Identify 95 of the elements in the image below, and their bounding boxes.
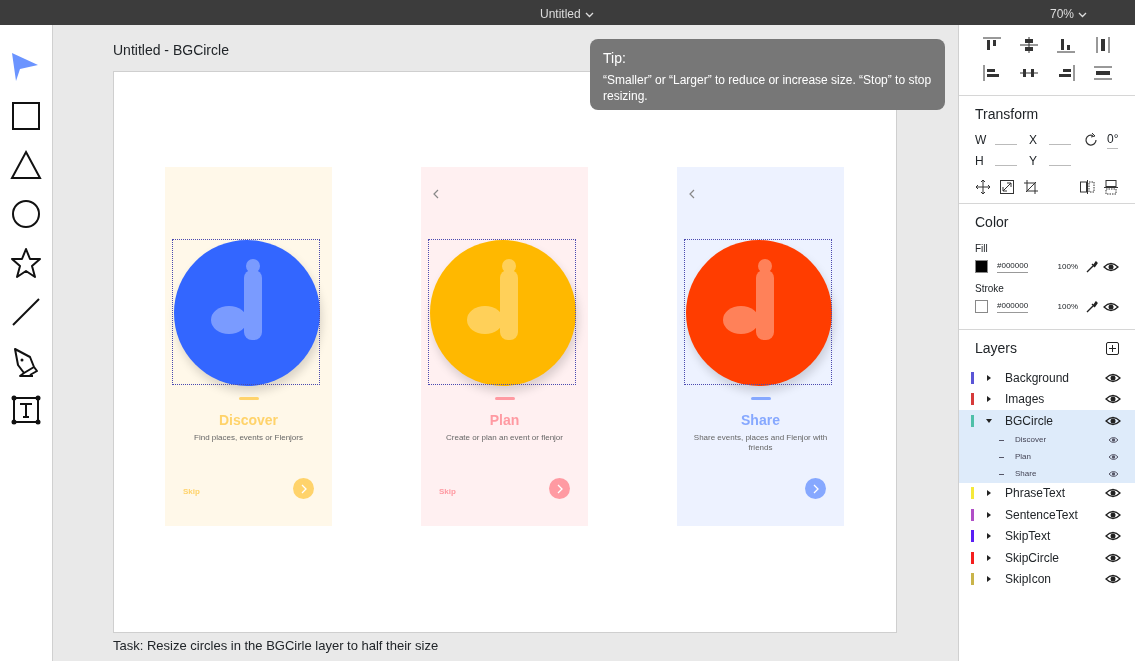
eye-icon[interactable]: [1105, 573, 1121, 586]
add-layer-icon[interactable]: [1106, 342, 1119, 355]
rotation-value[interactable]: 0°: [1107, 130, 1119, 149]
opacity-value: 100%: [1057, 300, 1078, 313]
layer-row[interactable]: Discover: [959, 431, 1135, 449]
eye-icon[interactable]: [1105, 414, 1121, 427]
eye-icon[interactable]: [1105, 530, 1121, 543]
screen-subtitle: Find places, events or Flenjors: [193, 433, 304, 443]
caret-icon[interactable]: [986, 417, 992, 424]
eyedropper-icon[interactable]: [1086, 300, 1098, 313]
caret-icon[interactable]: [986, 554, 992, 561]
layer-row[interactable]: Background: [959, 367, 1135, 389]
opacity-value: 100%: [1057, 260, 1078, 273]
color-swatch[interactable]: [975, 260, 988, 273]
chevron-right-icon: [299, 483, 308, 494]
canvas-title: Untitled - BGCircle: [113, 41, 229, 60]
eyedropper-icon[interactable]: [1086, 260, 1098, 273]
resize-icon[interactable]: [999, 179, 1015, 195]
circle-icon[interactable]: [9, 197, 43, 231]
layer-name: BGCircle: [1005, 412, 1054, 430]
layer-name: Plan: [1015, 451, 1032, 463]
layer-row[interactable]: SkipIcon: [959, 568, 1135, 590]
tree-line: [999, 439, 1004, 441]
layer-row[interactable]: PhraseText: [959, 482, 1135, 504]
crop-icon[interactable]: [1023, 179, 1039, 195]
eye-icon[interactable]: [1103, 260, 1119, 273]
section-title: Color: [975, 213, 1010, 232]
eye-icon[interactable]: [1105, 393, 1121, 406]
section-title: Layers: [975, 339, 1019, 358]
rectangle-icon[interactable]: [9, 99, 43, 133]
caret-icon[interactable]: [986, 396, 992, 403]
color-label: Fill: [975, 242, 989, 256]
eye-icon[interactable]: [1105, 551, 1121, 564]
zoom-dropdown[interactable]: 70%: [1050, 5, 1088, 23]
field-label: H: [975, 152, 985, 170]
layer-row[interactable]: BGCircle: [959, 410, 1135, 432]
layer-name: Images: [1005, 391, 1046, 409]
layer-row[interactable]: Images: [959, 388, 1135, 410]
eye-icon[interactable]: [1105, 371, 1121, 384]
page-indicator: [239, 397, 259, 400]
caret-icon[interactable]: [986, 374, 992, 381]
layer-name: Discover: [1015, 434, 1048, 446]
rotate-icon: [1083, 131, 1099, 148]
chevron-right-icon: [555, 483, 564, 494]
triangle-icon[interactable]: [9, 148, 43, 182]
screen-subtitle: Create or plan an event or flenjor: [445, 433, 564, 443]
text-tool-icon[interactable]: [9, 393, 43, 427]
layer-name: SkipText: [1005, 528, 1052, 546]
caret-icon[interactable]: [986, 533, 992, 540]
section-title: Transform: [975, 105, 1040, 124]
layer-name: SkipCircle: [1005, 549, 1060, 567]
back-chevron-icon[interactable]: [432, 189, 440, 199]
task-text: Task: Resize circles in the BGCirle layer to half their size: [113, 637, 440, 655]
caret-icon[interactable]: [986, 511, 992, 518]
chevron-down-icon: [584, 11, 594, 18]
screen-title: Discover: [217, 411, 280, 430]
page-indicator: [751, 397, 771, 400]
document-title[interactable]: Untitled: [540, 5, 594, 23]
hex-field[interactable]: #000000: [997, 300, 1029, 313]
caret-icon[interactable]: [986, 490, 992, 497]
layer-name: SkipIcon: [1005, 571, 1053, 589]
move-icon[interactable]: [975, 179, 991, 195]
eye-icon[interactable]: [1105, 508, 1121, 521]
screen-subtitle: Share events, places and Flenjor with friends: [692, 433, 829, 453]
layer-name: SentenceText: [1005, 506, 1079, 524]
flip-vertical-icon[interactable]: [1103, 179, 1119, 195]
tip-text: “Smaller” or “Larger” to reduce or increase size. “Stop” to stop resizing.: [603, 73, 932, 105]
screen-title: Share: [740, 411, 781, 430]
layer-name: Background: [1005, 369, 1071, 387]
layer-row[interactable]: Plan: [959, 448, 1135, 466]
eye-icon[interactable]: [1105, 487, 1121, 500]
layer-row[interactable]: SkipCircle: [959, 547, 1135, 569]
field-label: X: [1029, 131, 1038, 149]
layer-name: Share: [1015, 468, 1038, 480]
tip-title: Tip:: [603, 49, 627, 68]
chevron-down-icon: [1078, 11, 1088, 18]
star-icon[interactable]: [9, 246, 43, 280]
field-label: W: [975, 131, 987, 149]
color-label: Stroke: [975, 282, 1005, 296]
layer-name: PhraseText: [1005, 485, 1067, 503]
caret-icon[interactable]: [986, 576, 992, 583]
tree-line: [999, 456, 1004, 458]
layer-row[interactable]: SentenceText: [959, 504, 1135, 526]
eye-icon[interactable]: [1103, 300, 1119, 313]
layer-row[interactable]: SkipText: [959, 525, 1135, 547]
chevron-right-icon: [811, 483, 820, 494]
page-indicator: [495, 397, 515, 400]
color-swatch[interactable]: [975, 300, 988, 313]
layer-row[interactable]: Share: [959, 465, 1135, 483]
back-chevron-icon[interactable]: [688, 189, 696, 199]
field-label: Y: [1029, 152, 1038, 170]
tree-line: [999, 473, 1004, 475]
hex-field[interactable]: #000000: [997, 260, 1029, 273]
screen-title: Plan: [488, 411, 521, 430]
flip-horizontal-icon[interactable]: [1079, 179, 1095, 195]
